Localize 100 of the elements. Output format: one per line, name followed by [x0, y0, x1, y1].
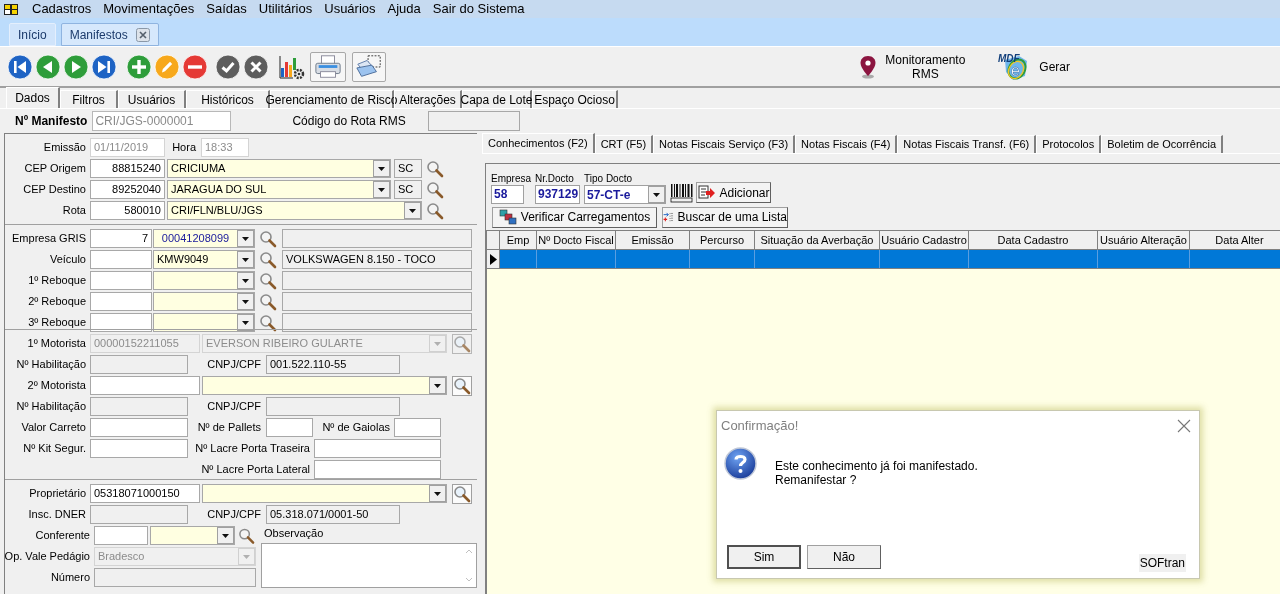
menu-item[interactable]: Ajuda [381, 0, 427, 19]
column-header[interactable]: Emp [500, 231, 537, 249]
input-field[interactable] [90, 439, 188, 458]
menu-item[interactable]: Cadastros [26, 0, 98, 19]
input-field[interactable] [90, 376, 200, 395]
next-record-button[interactable] [63, 53, 89, 80]
column-header[interactable]: Situação da Averbação [755, 231, 880, 249]
column-header[interactable]: Emissão [616, 231, 690, 249]
dropdown-field[interactable]: 00041208099 [153, 229, 255, 248]
menu-item[interactable]: Movimentações [97, 0, 201, 19]
menu-item[interactable]: Utilitários [252, 0, 319, 19]
last-record-button[interactable] [91, 53, 117, 80]
detail-tab[interactable]: Notas Fiscais (F4) [795, 135, 898, 153]
add-button[interactable] [126, 53, 152, 80]
first-record-button[interactable] [7, 53, 33, 80]
document-tab[interactable]: Início [9, 23, 56, 46]
search-button[interactable] [452, 375, 472, 396]
input-field[interactable]: SC [394, 180, 422, 199]
input-field[interactable]: 05.318.071/0001-50 [266, 505, 400, 524]
print-preview-button[interactable] [352, 51, 386, 82]
search-icon[interactable] [426, 159, 444, 178]
input-field[interactable] [90, 418, 188, 437]
search-icon[interactable] [426, 201, 444, 220]
column-header[interactable]: Percurso [690, 231, 755, 249]
input-field[interactable]: SC [394, 159, 422, 178]
input-field[interactable] [282, 229, 472, 248]
dialog-button[interactable]: Não [807, 545, 881, 569]
previous-record-button[interactable] [35, 53, 61, 80]
dropdown-field[interactable] [153, 271, 255, 290]
input-field[interactable] [94, 526, 148, 545]
add-button[interactable]: Adicionar [696, 182, 771, 203]
close-icon[interactable] [135, 27, 150, 42]
fetch-list-button[interactable]: Buscar de uma Lista [662, 206, 788, 228]
input-field[interactable]: 7 [90, 229, 152, 248]
dropdown-field[interactable]: 57-CT-e [584, 185, 666, 204]
dropdown-field[interactable]: JARAGUA DO SUL [167, 180, 391, 199]
input-field[interactable]: 05318071000150 [90, 484, 200, 503]
dropdown-field[interactable]: KMW9049 [153, 250, 255, 269]
detail-tab[interactable]: Protocolos [1036, 135, 1102, 153]
dropdown-field[interactable]: CRICIUMA [167, 159, 391, 178]
column-header[interactable]: Data Cadastro [969, 231, 1098, 249]
input-field[interactable] [266, 397, 400, 416]
form-tab[interactable]: Usuários [118, 90, 186, 108]
dropdown-field[interactable] [202, 376, 447, 395]
dropdown-field[interactable] [202, 484, 447, 503]
barcode-icon[interactable] [670, 183, 694, 203]
input-field[interactable] [94, 568, 256, 587]
monitoring-button[interactable]: Monitoramento RMS [859, 52, 968, 81]
delete-button[interactable] [182, 53, 208, 80]
column-header[interactable]: Nº Docto Fiscal [537, 231, 616, 249]
input-field[interactable] [282, 292, 472, 311]
input-field[interactable] [314, 439, 441, 458]
edit-button[interactable] [154, 53, 180, 80]
input-field[interactable]: 937129 [535, 185, 580, 204]
verify-loads-button[interactable]: Verificar Carregamentos [492, 206, 657, 228]
route-code-field[interactable] [427, 111, 520, 131]
menu-item[interactable]: Usuários [318, 0, 382, 19]
input-field[interactable] [90, 271, 152, 290]
input-field[interactable]: 01/11/2019 [90, 138, 165, 157]
input-field[interactable]: 580010 [90, 201, 165, 220]
detail-tab[interactable]: Boletim de Ocorrência [1101, 135, 1224, 153]
detail-tab[interactable]: Conhecimentos (F2) [482, 133, 595, 153]
cancel-button[interactable] [243, 53, 269, 80]
input-field[interactable] [90, 355, 188, 374]
memo-field[interactable] [261, 543, 477, 588]
print-button[interactable] [310, 51, 346, 82]
form-tab[interactable]: Espaço Ocioso [532, 90, 618, 108]
input-field[interactable] [90, 292, 152, 311]
column-header[interactable]: Data Alter [1190, 231, 1280, 249]
form-tab[interactable]: Capa de Lote [462, 90, 532, 108]
search-icon[interactable] [259, 250, 277, 269]
input-field[interactable]: 88815240 [90, 159, 165, 178]
dialog-button[interactable]: Sim [727, 545, 801, 569]
dropdown-field[interactable] [150, 526, 235, 545]
document-tab[interactable]: Manifestos [60, 23, 159, 46]
column-header[interactable]: Usuário Cadastro [880, 231, 969, 249]
search-button[interactable] [452, 333, 472, 354]
confirm-button[interactable] [215, 53, 241, 80]
input-field[interactable] [266, 418, 313, 437]
input-field[interactable]: 58 [491, 185, 524, 204]
table-row[interactable] [487, 250, 1280, 269]
input-field[interactable] [394, 418, 441, 437]
dropdown-field[interactable] [153, 292, 255, 311]
column-header[interactable]: Usuário Alteração [1098, 231, 1190, 249]
search-icon[interactable] [259, 229, 277, 248]
input-field[interactable] [314, 460, 441, 479]
manifest-number-field[interactable]: CRI/JGS-0000001 [92, 111, 232, 131]
detail-tab[interactable]: Notas Fiscais Serviço (F3) [653, 135, 796, 153]
input-field[interactable]: 18:33 [201, 138, 249, 157]
input-field[interactable] [90, 397, 188, 416]
form-tab[interactable]: Dados [6, 87, 60, 108]
input-field[interactable]: VOLKSWAGEN 8.150 - TOCO [282, 250, 472, 269]
input-field[interactable]: 89252040 [90, 180, 165, 199]
dropdown-field[interactable]: CRI/FLN/BLU/JGS [167, 201, 422, 220]
search-button[interactable] [452, 483, 472, 504]
input-field[interactable] [90, 505, 188, 524]
menu-item[interactable]: Saídas [200, 0, 253, 19]
input-field[interactable]: 001.522.110-55 [266, 355, 400, 374]
detail-tab[interactable]: CRT (F5) [594, 135, 654, 153]
search-icon[interactable] [426, 180, 444, 199]
